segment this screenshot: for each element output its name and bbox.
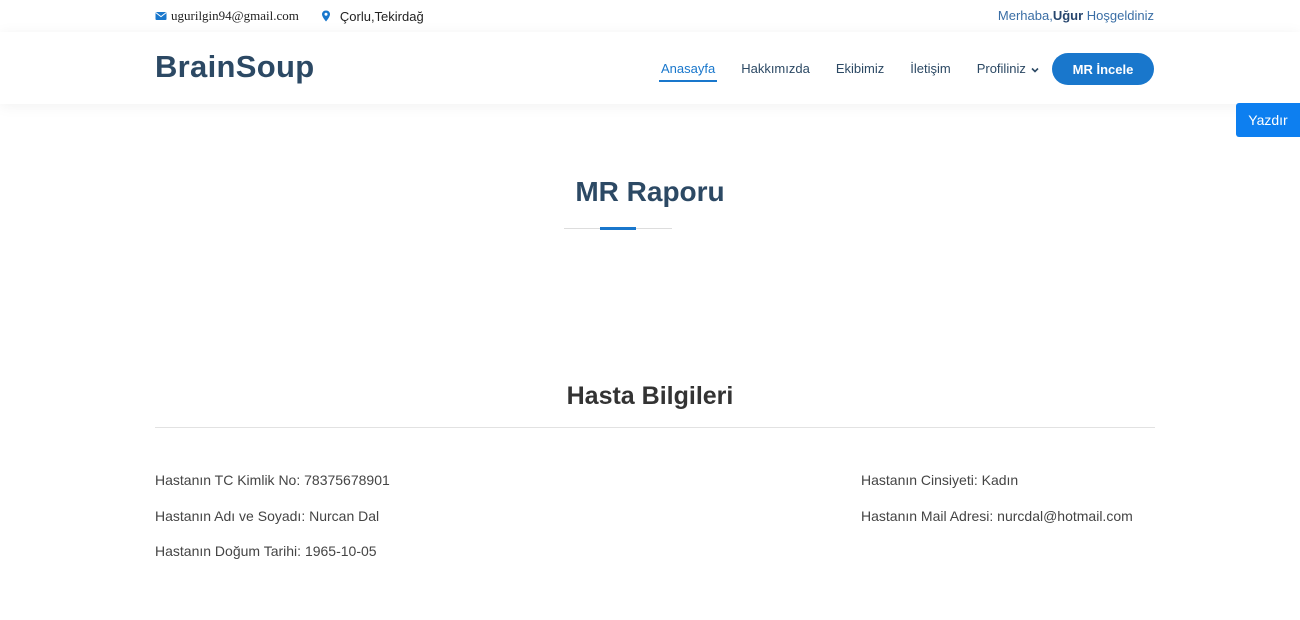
greeting-prefix: Merhaba, [997, 8, 1053, 23]
patient-tc-value: 78375678901 [304, 472, 390, 488]
email-text: ugurilgin94@gmail.com [171, 8, 299, 23]
patient-gender-row: Hastanın Cinsiyeti: Kadın [861, 472, 1133, 508]
nav-item-team[interactable]: Ekibimiz [834, 55, 886, 82]
patient-birth-value: 1965-10-05 [304, 543, 377, 559]
patient-name-row: Hastanın Adı ve Soyadı: Nurcan Dal [155, 508, 390, 544]
mr-inspect-button[interactable]: MR İncele [1052, 53, 1154, 85]
patient-name-label: Hastanın Adı ve Soyadı: [155, 507, 310, 524]
patient-section-divider [155, 427, 1155, 428]
patient-gender-value: Kadın [981, 472, 1019, 488]
patient-info-left: Hastanın TC Kimlik No: 78375678901 Hasta… [155, 472, 390, 579]
patient-birth-label: Hastanın Doğum Tarihi: [155, 543, 305, 559]
nav-item-about[interactable]: Hakkımızda [739, 55, 812, 82]
patient-gender-label: Hastanın Cinsiyeti: [861, 472, 982, 488]
greeting-suffix: Hoşgeldiniz [1083, 8, 1154, 23]
site-header: BrainSoup Anasayfa Hakkımızda Ekibimiz İ… [0, 32, 1300, 104]
patient-info-right: Hastanın Cinsiyeti: Kadın Hastanın Mail … [861, 472, 1133, 543]
patient-mail-label: Hastanın Mail Adresi: [861, 507, 998, 524]
nav-item-profile-label: Profiliniz [976, 60, 1026, 76]
greeting-user-name: Uğur [1052, 8, 1084, 23]
email-contact[interactable]: ugurilgin94@gmail.com [155, 8, 299, 24]
patient-mail-row: Hastanın Mail Adresi: nurcdal@hotmail.co… [861, 508, 1133, 544]
patient-birth-row: Hastanın Doğum Tarihi: 1965-10-05 [155, 543, 390, 579]
envelope-icon [155, 10, 167, 22]
location-contact: Çorlu,Tekirdağ [321, 9, 424, 24]
nav-item-contact[interactable]: İletişim [908, 55, 952, 82]
chevron-down-icon [1030, 63, 1040, 73]
page-title: MR Raporu [575, 176, 725, 207]
location-text: Çorlu,Tekirdağ [339, 8, 424, 24]
greeting: Merhaba,Uğur Hoşgeldiniz [998, 8, 1154, 23]
nav-item-home[interactable]: Anasayfa [659, 55, 718, 82]
main-navigation: Anasayfa Hakkımızda Ekibimiz İletişim Pr… [659, 32, 1064, 104]
nav-item-profile[interactable]: Profiliniz [975, 55, 1042, 82]
site-logo[interactable]: BrainSoup [155, 49, 314, 85]
top-bar: ugurilgin94@gmail.com Çorlu,Tekirdağ Mer… [0, 0, 1300, 32]
patient-name-value: Nurcan Dal [309, 507, 380, 524]
patient-mail-value: nurcdal@hotmail.com [997, 507, 1133, 524]
print-button[interactable]: Yazdır [1236, 103, 1300, 137]
patient-tc-row: Hastanın TC Kimlik No: 78375678901 [155, 472, 390, 508]
patient-tc-label: Hastanın TC Kimlik No: [155, 472, 305, 488]
contact-info: ugurilgin94@gmail.com Çorlu,Tekirdağ [155, 8, 446, 24]
map-marker-icon [321, 10, 333, 22]
patient-section-title: Hasta Bilgileri [566, 382, 734, 410]
title-accent-bar [600, 227, 636, 230]
